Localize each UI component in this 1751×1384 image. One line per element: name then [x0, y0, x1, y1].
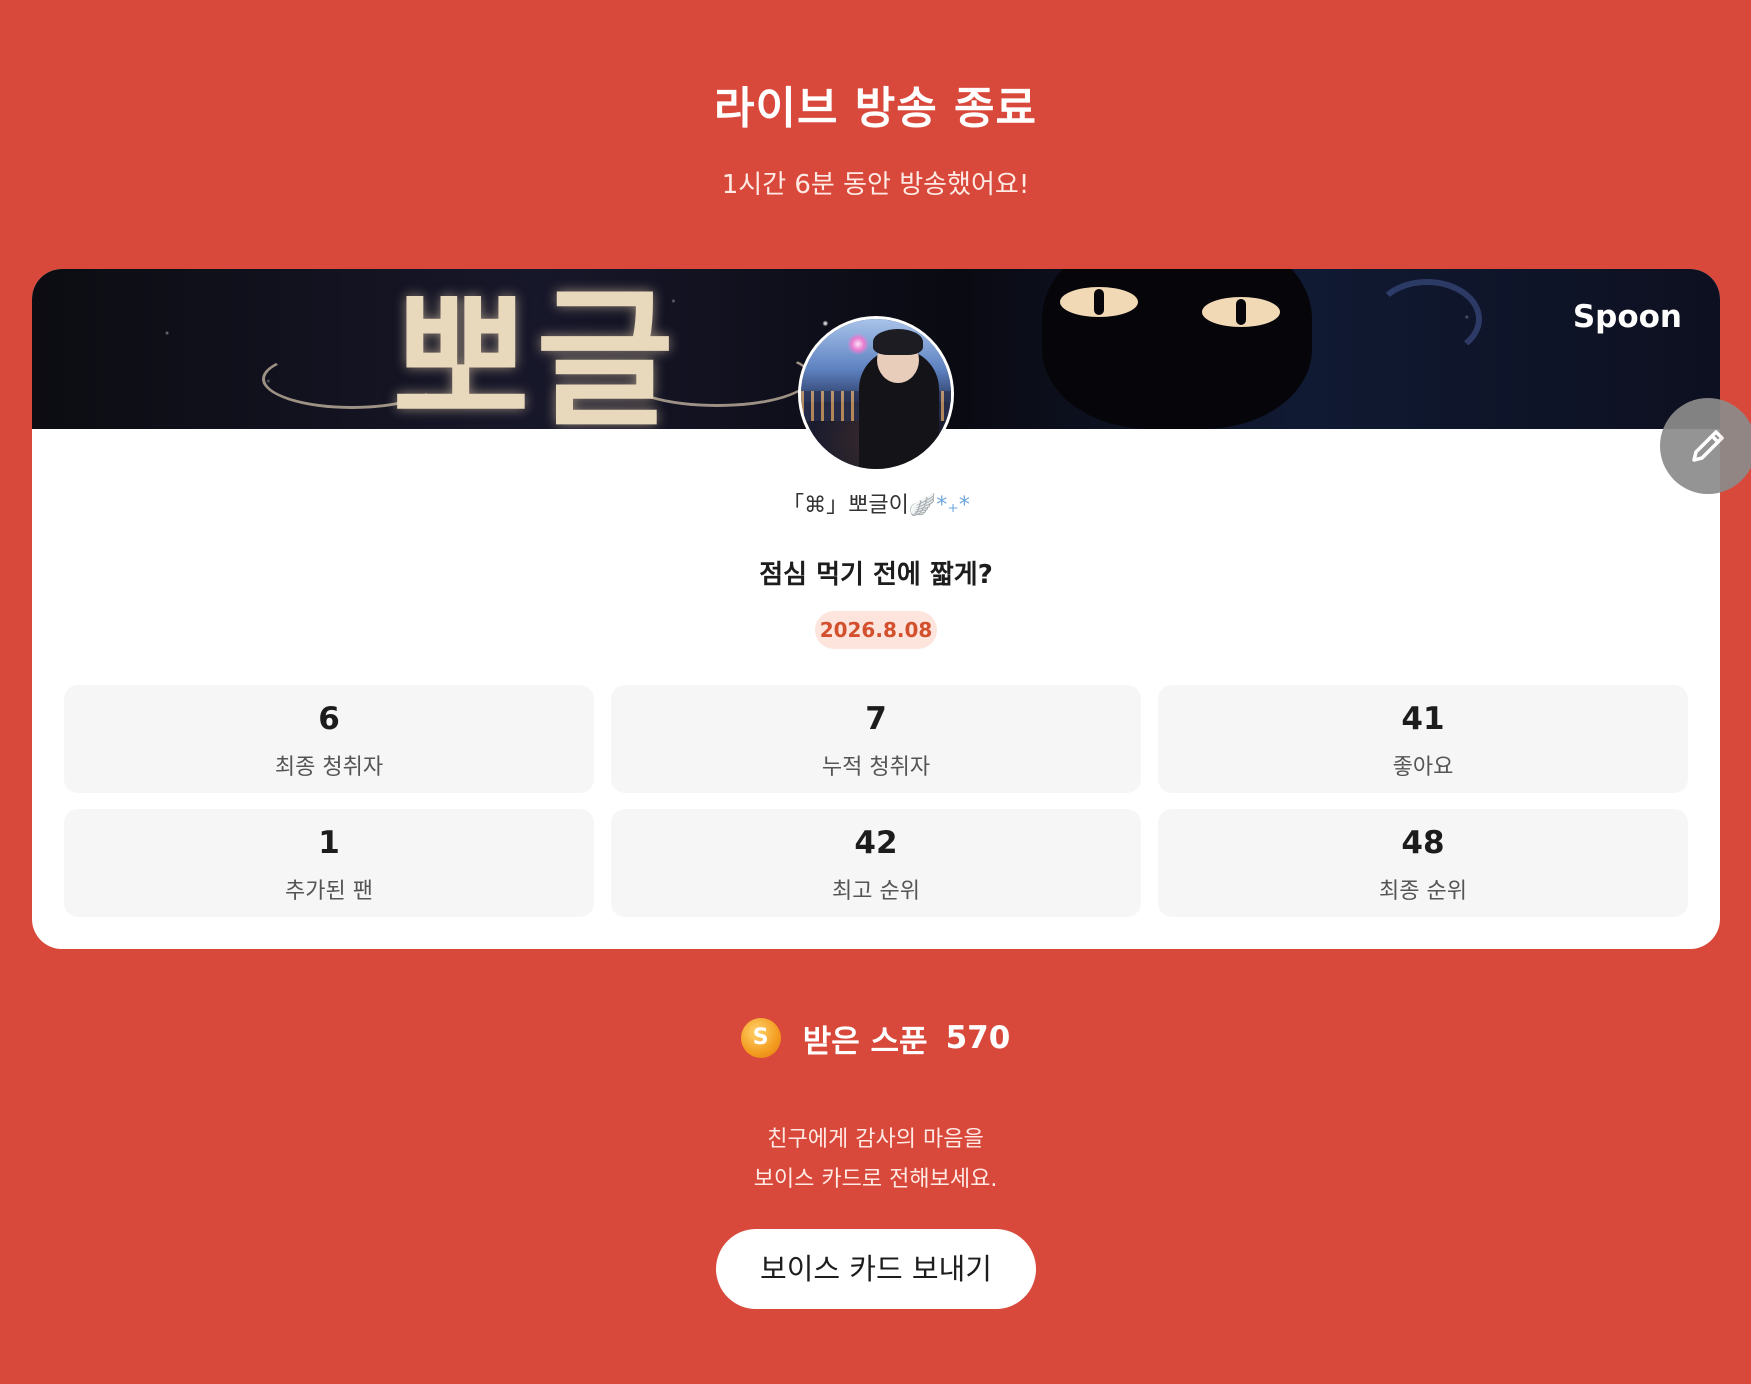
cat-eye-right — [1202, 297, 1280, 327]
broadcast-summary-card: 뽀글 Spoon 「⌘」뽀글이🪽*₊* 점심 먹기 전에 짧게? 2026.8.… — [32, 269, 1720, 949]
stat-label: 누적 청취자 — [821, 755, 931, 780]
spoon-logo: Spoon — [1572, 299, 1682, 335]
stat-label: 최종 청취자 — [274, 755, 384, 780]
send-voice-card-button[interactable]: 보이스 카드 보내기 — [716, 1229, 1036, 1309]
banner-artwork-text: 뽀글 — [392, 272, 681, 429]
stat-value: 42 — [854, 825, 898, 861]
pencil-icon — [1692, 430, 1724, 462]
stat-label: 최종 순위 — [1379, 879, 1467, 904]
dj-nickname: 「⌘」뽀글이🪽*₊* — [32, 487, 1720, 519]
broadcast-title: 점심 먹기 전에 짧게? — [759, 560, 993, 590]
stat-value: 1 — [318, 825, 340, 861]
received-spoons-label: 받은 스푼 — [802, 1023, 928, 1060]
stat-total-listeners: 7 누적 청취자 — [611, 685, 1141, 793]
voice-card-prompt: 친구에게 감사의 마음을 보이스 카드로 전해보세요. — [0, 1120, 1751, 1200]
received-spoons-count: 570 — [945, 1020, 1011, 1056]
received-spoons: S 받은 스푼 570 — [0, 1014, 1751, 1062]
stat-label: 최고 순위 — [832, 879, 920, 904]
broadcast-duration: 1시간 6분 동안 방송했어요! — [721, 170, 1030, 200]
avatar[interactable] — [798, 316, 954, 472]
stat-label: 좋아요 — [1392, 755, 1454, 780]
voice-card-prompt-line2: 보이스 카드로 전해보세요. — [753, 1167, 998, 1192]
stat-new-fans: 1 추가된 팬 — [64, 809, 594, 917]
cat-eye-left — [1060, 287, 1138, 317]
banner-cat-illustration — [1042, 269, 1312, 429]
stat-value: 48 — [1401, 825, 1445, 861]
banner-moon — [1372, 279, 1482, 359]
page-title: 라이브 방송 종료 — [714, 83, 1037, 134]
voice-card-prompt-line1: 친구에게 감사의 마음을 — [767, 1127, 984, 1152]
stat-value: 7 — [865, 701, 887, 737]
stat-likes: 41 좋아요 — [1158, 685, 1688, 793]
nickname-text: 「⌘」뽀글이 — [782, 493, 909, 518]
spoon-coin-icon: S — [740, 1018, 781, 1058]
edit-button[interactable] — [1660, 398, 1751, 494]
stats-grid: 6 최종 청취자 7 누적 청취자 41 좋아요 1 추가된 팬 42 최고 순… — [64, 685, 1688, 917]
stat-highest-rank: 42 최고 순위 — [611, 809, 1141, 917]
live-ended-screen: 라이브 방송 종료 1시간 6분 동안 방송했어요! 뽀글 Spoon 「⌘」뽀… — [0, 0, 1751, 1384]
stat-value: 6 — [318, 701, 340, 737]
stat-label: 추가된 팬 — [285, 879, 373, 904]
stat-final-rank: 48 최종 순위 — [1158, 809, 1688, 917]
stat-value: 41 — [1401, 701, 1445, 737]
nickname-decoration: 🪽*₊* — [908, 493, 970, 518]
stat-final-listeners: 6 최종 청취자 — [64, 685, 594, 793]
broadcast-date-badge: 2026.8.08 — [815, 611, 937, 649]
